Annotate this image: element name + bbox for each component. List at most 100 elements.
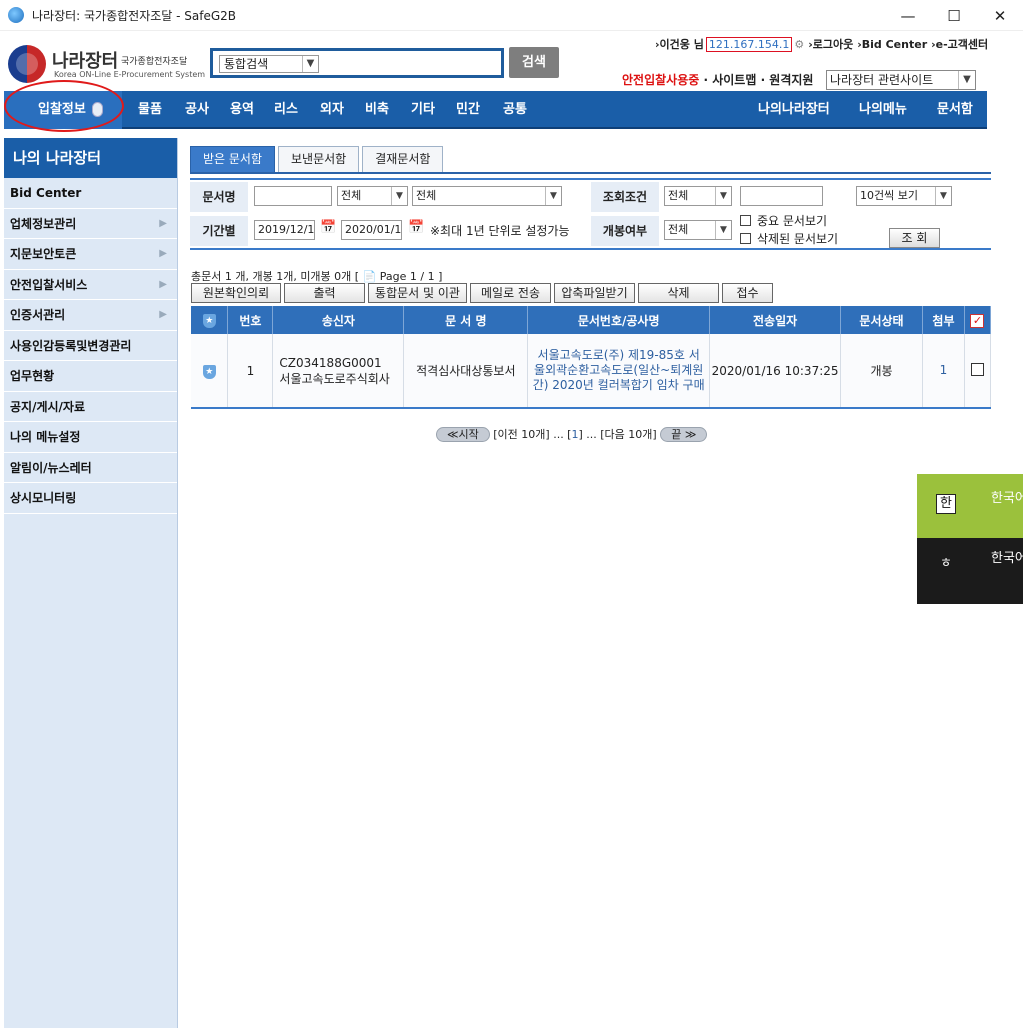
- header-no: 번호: [227, 306, 274, 334]
- table-row[interactable]: ★ 1 CZ034188G0001 서울고속도로주식회사 적격심사대상통보서 서울…: [191, 334, 992, 409]
- ime-option-label: 한국어 한컴: [991, 551, 1023, 566]
- maximize-button[interactable]: ☐: [931, 0, 977, 31]
- tab-received[interactable]: 받은 문서함: [190, 146, 276, 172]
- calendar-icon[interactable]: 📅: [320, 220, 336, 235]
- ime-option-microsoft[interactable]: 한 한국어 Microsoft: [917, 474, 1023, 538]
- nav-item-construction[interactable]: 공사: [185, 91, 209, 129]
- period-note: ※최대 1년 단위로 설정가능: [430, 224, 570, 238]
- nav-item-service[interactable]: 용역: [230, 91, 254, 129]
- open-status-label: 개봉여부: [591, 216, 659, 246]
- nav-item-lease[interactable]: 리스: [274, 91, 298, 129]
- ip-address: 121.167.154.1: [705, 37, 793, 52]
- date-from-input[interactable]: 2019/12/18: [254, 220, 315, 240]
- sidebar-item-work-status[interactable]: 업무현황: [4, 361, 177, 392]
- nav-item-stockpile[interactable]: 비축: [365, 91, 389, 129]
- related-sites-select[interactable]: 나라장터 관련사이트 ▼: [826, 70, 976, 90]
- header-select-all[interactable]: ✓: [964, 306, 992, 334]
- sitemap-link[interactable]: · 사이트맵: [703, 73, 756, 87]
- row-docno[interactable]: 서울고속도로(주) 제19-85호 서울외곽순환고속도로(일산~퇴계원간) 20…: [527, 334, 711, 409]
- send-mail-button[interactable]: 메일로 전송: [470, 283, 551, 303]
- sidebar-item-bid-center[interactable]: Bid Center: [4, 178, 177, 209]
- sidebar-item-monitoring[interactable]: 상시모니터링: [4, 483, 177, 514]
- remote-support-link[interactable]: · 원격지원: [761, 73, 814, 87]
- query-condition-input[interactable]: [740, 186, 823, 206]
- prev-10-link[interactable]: [이전 10개] ... [: [493, 428, 571, 441]
- close-button[interactable]: ✕: [977, 0, 1023, 31]
- docname-scope-select[interactable]: 전체 ▼: [337, 186, 408, 206]
- utility-links: 안전입찰사용중 · 사이트맵 · 원격지원: [622, 71, 813, 88]
- sidebar-item-seal-registration[interactable]: 사용인감등록및변경관리: [4, 331, 177, 361]
- sidebar-item-certificate[interactable]: 인증서관리 ▶: [4, 300, 177, 331]
- tab-approval[interactable]: 결재문서함: [362, 146, 444, 172]
- tab-underline: [190, 172, 991, 174]
- search-button[interactable]: 검색: [509, 47, 559, 78]
- open-status-select[interactable]: 전체 ▼: [664, 220, 732, 240]
- download-zip-button[interactable]: 압축파일받기: [554, 283, 635, 303]
- query-button[interactable]: 조 회: [889, 228, 940, 248]
- sidebar-item-label: 안전입찰서비스: [10, 277, 88, 292]
- sidebar-item-newsletter[interactable]: 알림이/뉴스레터: [4, 453, 177, 483]
- nav-item-common[interactable]: 공통: [503, 91, 527, 129]
- search-type-select[interactable]: 통합검색 ▼: [219, 55, 319, 73]
- bid-center-link[interactable]: ›Bid Center: [857, 38, 927, 51]
- search-type-value: 통합검색: [224, 57, 269, 71]
- minimize-button[interactable]: —: [885, 0, 931, 31]
- customer-center-link[interactable]: ›e-고객센터: [931, 38, 988, 51]
- sidebar-item-menu-settings[interactable]: 나의 메뉴설정: [4, 422, 177, 453]
- tab-sent[interactable]: 보낸문서함: [278, 146, 360, 172]
- sender-name: 서울고속도로주식회사: [279, 371, 390, 386]
- table-header-row: ★ 번호 송신자 문 서 명 문서번호/공사명 전송일자 문서상태 첨부 ✓: [191, 306, 992, 334]
- row-sender: CZ034188G0001 서울고속도로주식회사: [272, 334, 405, 409]
- government-emblem-icon: [8, 45, 46, 83]
- nav-item-goods[interactable]: 물품: [138, 91, 162, 129]
- user-links: ›이건웅 님 121.167.154.1 ⚙ ›로그아웃 ›Bid Center ›e-고…: [655, 36, 988, 52]
- docname-label: 문서명: [190, 182, 248, 212]
- per-page-select[interactable]: 10건씩 보기 ▼: [856, 186, 952, 206]
- deleted-docs-checkbox[interactable]: 삭제된 문서보기: [740, 230, 838, 247]
- row-attach[interactable]: 1: [922, 334, 965, 409]
- row-checkbox[interactable]: [970, 362, 984, 376]
- date-to-input[interactable]: 2020/01/18: [341, 220, 402, 240]
- first-page-button[interactable]: ≪시작: [436, 427, 490, 442]
- main-nav: 입찰정보 물품 공사 용역 리스 외자 비축 기타 민간 공통 나의나라장터 나…: [4, 91, 987, 129]
- nav-item-my-menu[interactable]: 나의메뉴: [859, 91, 907, 129]
- nav-item-private[interactable]: 민간: [456, 91, 480, 129]
- docname-category-select[interactable]: 전체 ▼: [412, 186, 562, 206]
- integrate-transfer-button[interactable]: 통합문서 및 이관: [368, 283, 467, 303]
- sidebar-item-notice[interactable]: 공지/게시/자료: [4, 392, 177, 422]
- nav-item-foreign[interactable]: 외자: [320, 91, 344, 129]
- original-verify-button[interactable]: 원본확인의뢰: [191, 283, 281, 303]
- receive-button[interactable]: 접수: [722, 283, 773, 303]
- row-select[interactable]: [964, 334, 992, 409]
- app-icon: [8, 7, 24, 23]
- important-docs-checkbox[interactable]: 중요 문서보기: [740, 212, 827, 229]
- checkbox-box: [740, 215, 751, 226]
- sidebar-item-company-info[interactable]: 업체정보관리 ▶: [4, 209, 177, 239]
- row-docname[interactable]: 적격심사대상통보서: [403, 334, 529, 409]
- nav-item-document-box[interactable]: 문서함: [937, 91, 973, 129]
- nav-item-my-naramarket[interactable]: 나의나라장터: [758, 91, 830, 129]
- gear-icon[interactable]: ⚙: [794, 38, 804, 51]
- site-header: 나라장터 국가종합전자조달 Korea ON-Line E-Procuremen…: [0, 31, 1023, 91]
- query-condition-select[interactable]: 전체 ▼: [664, 186, 732, 206]
- safe-bid-status[interactable]: 안전입찰사용중: [622, 73, 699, 87]
- nav-item-etc[interactable]: 기타: [411, 91, 435, 129]
- print-button[interactable]: 출력: [284, 283, 365, 303]
- calendar-icon[interactable]: 📅: [408, 220, 424, 235]
- sidebar-item-fingerprint-token[interactable]: 지문보안토큰 ▶: [4, 239, 177, 270]
- row-important[interactable]: ★: [191, 334, 229, 409]
- chevron-down-icon: ▼: [958, 71, 975, 89]
- logout-link[interactable]: ›로그아웃: [808, 38, 853, 51]
- document-table: ★ 번호 송신자 문 서 명 문서번호/공사명 전송일자 문서상태 첨부 ✓ ★…: [191, 306, 992, 409]
- sidebar-item-safe-bid[interactable]: 안전입찰서비스 ▶: [4, 270, 177, 300]
- logo[interactable]: 나라장터 국가종합전자조달 Korea ON-Line E-Procuremen…: [8, 45, 205, 87]
- sidebar-item-label: 사용인감등록및변경관리: [10, 338, 132, 353]
- chevron-right-icon: ▶: [159, 217, 167, 229]
- next-10-link[interactable]: ] ... [다음 10개]: [578, 428, 656, 441]
- sidebar-item-label: 상시모니터링: [10, 491, 77, 505]
- last-page-button[interactable]: 끝 ≫: [660, 427, 708, 442]
- delete-button[interactable]: 삭제: [638, 283, 719, 303]
- ime-switcher-popup: 한 한국어 Microsoft ㅎ 한국어 한컴: [917, 474, 1023, 604]
- chevron-right-icon: ▶: [159, 278, 167, 290]
- docname-input[interactable]: [254, 186, 332, 206]
